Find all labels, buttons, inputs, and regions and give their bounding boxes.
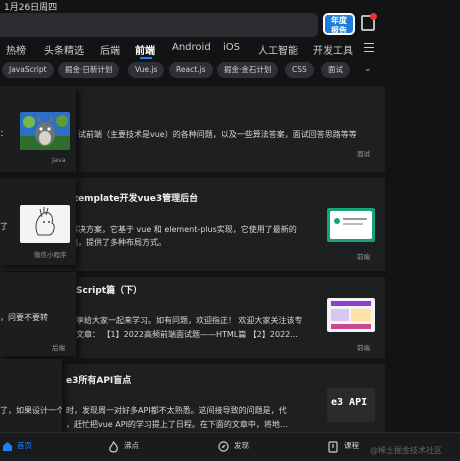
tab-hot[interactable]: 热榜 [6,42,26,57]
article-thumbnail [327,298,375,332]
overlay-card[interactable]: ： Java [0,86,76,172]
badge-line-1: 年度 [331,16,347,25]
totoro-thumbnail [20,112,70,150]
tab-devtools[interactable]: 开发工具 [313,42,353,57]
article-tag: 前端 [357,344,370,352]
chip-interview[interactable]: 面试 [321,62,350,78]
article-desc: 试前端（主要技术是vue）的各种问题，以及一些算法答案，面试回答思路等等 [78,130,357,139]
article-desc: 解决方案，它基于 vue 和 element-plus实现，它使用了最新的 [70,225,297,234]
overlay-snippet: ，问要不要转 [0,313,48,322]
nav-course-label: 课程 [344,441,359,450]
overlay-card[interactable]: ，问要不要转 后端 [0,272,76,356]
search-input[interactable] [0,13,318,37]
overlay-card[interactable]: 了，如果设计一个 [0,359,62,432]
overlay-snippet: 了，如果设计一个 [0,406,62,415]
article-title: Script篇（下） [76,286,143,296]
chip-css[interactable]: CSS [285,62,314,78]
tab-android[interactable]: Android [172,42,211,53]
divider [0,172,385,178]
tag-filter-bar: JavaScript 掘金·日新计划 Vue.js React.js 掘金·金石… [0,62,460,82]
overlay-tag: 微信小程序 [34,251,67,259]
article-desc: 享给大家一起来学习。如有问题，欢迎指正！ 欢迎大家关注该专 [76,316,303,325]
article-thumbnail: e3 API [327,388,375,422]
tab-ios[interactable]: iOS [223,42,240,53]
watermark-text: @稀土掘金技术社区 [370,446,442,455]
compass-icon [218,441,229,452]
article-desc: 端，提供了多种布局方式。 [70,238,166,247]
article-tag: 前端 [357,253,370,261]
menu-icon[interactable] [364,43,374,52]
tab-backend[interactable]: 后端 [100,42,120,57]
article-feed: 试前端（主要技术是vue）的各种问题，以及一些算法答案，面试回答思路等等 面试 … [0,86,385,432]
article-tag: 面试 [357,150,370,158]
overlay-card[interactable]: 了 微信小程序 [0,179,76,265]
book-icon [328,441,338,453]
annual-report-button[interactable]: 年度 报告 [323,13,355,35]
chip-daily-plan[interactable]: 掘金·日新计划 [58,62,120,78]
chip-javascript[interactable]: JavaScript [2,62,54,78]
tab-frontend[interactable]: 前端 [135,42,155,57]
status-bar: 1月26日周四 [0,0,460,13]
article-title: -template开发vue3管理后台 [70,194,199,204]
chip-goldstone-plan[interactable]: 掘金·金石计划 [217,62,279,78]
article-thumbnail [327,208,375,242]
chevron-down-icon[interactable]: ⌄ [364,64,372,74]
flame-icon [109,441,118,453]
thumbnail-text: e3 API [331,397,368,408]
article-desc: 时，发现周一对好多API都不太熟悉。这间接导致的问题是，代 [66,406,287,415]
article-desc: ，赶忙把vue API的学习提上了日程。在下面的文章中，将地... [66,420,288,429]
overlay-snippet: 了 [0,222,8,231]
article-desc: 文章： 【1】2022高频前端面试题——HTML篇 【2】2022... [76,330,298,339]
notification-icon[interactable] [361,13,377,31]
overlay-snippet: ： [0,129,8,138]
tab-headlines[interactable]: 头条精选 [44,42,84,57]
badge-line-2: 报告 [331,26,347,35]
nav-hot-label: 沸点 [124,441,139,450]
home-icon [3,442,12,451]
overlay-tag: Java [52,156,66,164]
chip-vue[interactable]: Vue.js [128,62,165,78]
category-tabs: 热榜 头条精选 后端 前端 Android iOS 人工智能 开发工具 [0,38,460,60]
chip-react[interactable]: React.js [169,62,213,78]
article-title: e3所有API盲点 [66,376,132,386]
overlay-tag: 后端 [52,344,65,352]
nav-discover-label: 发现 [234,441,249,450]
tab-ai[interactable]: 人工智能 [258,42,298,57]
status-datetime: 1月26日周四 [4,3,58,13]
notification-dot [370,13,377,20]
active-tab-indicator [140,57,152,59]
nav-home-label: 首页 [17,441,32,450]
sketch-thumbnail [20,205,70,243]
